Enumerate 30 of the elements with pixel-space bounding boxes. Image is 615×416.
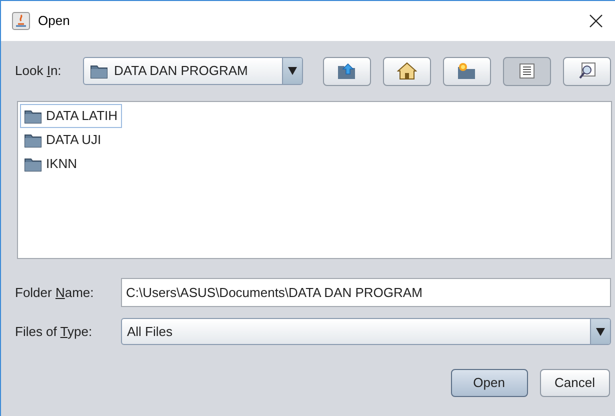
toolbar-button[interactable] [383,56,431,86]
folder-up-icon [337,62,357,80]
toolbar-button[interactable] [443,56,491,86]
toolbar-button[interactable] [563,56,611,86]
close-icon [589,14,603,28]
folder-item[interactable]: DATA UJI [20,128,106,152]
toolbar-button[interactable] [323,56,371,86]
folder-icon [24,108,42,124]
toolbar-button[interactable] [503,56,551,86]
list-view-icon [519,63,535,79]
folder-icon [90,63,108,79]
look-in-label: Look In: [15,63,62,78]
app-icon [12,12,30,30]
details-view-icon [578,62,596,80]
window-title: Open [38,12,71,30]
new-folder-icon [457,62,477,80]
folder-name-field[interactable]: C:\Users\ASUS\Documents\DATA DAN PROGRAM [121,278,611,307]
file-type-label: Files of Type: [15,324,92,338]
folder-name-label: Folder Name: [15,284,94,300]
folder-icon [24,156,42,172]
open-button[interactable]: Open [450,369,528,397]
home-icon [397,62,417,80]
folder-item[interactable]: IKNN [20,152,82,176]
file-type-dropdown[interactable]: All Files [121,318,611,345]
folder-item[interactable]: DATA LATIH [20,104,122,128]
look-in-value: DATA DAN PROGRAM [114,62,249,80]
look-in-dropdown[interactable]: DATA DAN PROGRAM [83,57,303,85]
cancel-button[interactable]: Cancel [540,369,610,397]
folder-icon [24,132,42,148]
file-type-value: All Files [126,322,174,341]
